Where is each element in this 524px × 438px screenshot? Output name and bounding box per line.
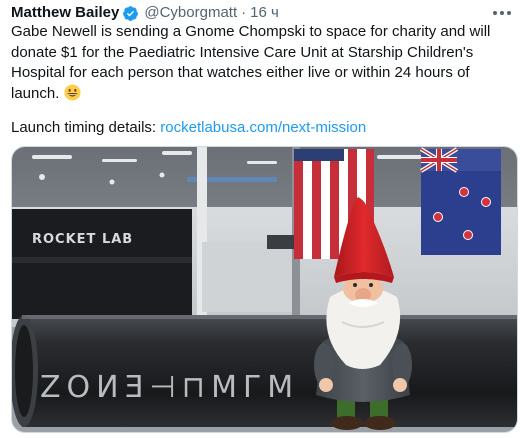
timing-label: Launch timing details: — [11, 119, 161, 136]
timing-link[interactable]: rocketlabusa.com/next-mission — [160, 119, 366, 136]
more-options-icon[interactable] — [490, 5, 514, 21]
rocket-body: ZOИƎ⊣⊓MГM — [12, 315, 517, 427]
tweet-text: Gabe Newell is sending a Gnome Chompski … — [11, 22, 516, 104]
tweet-media-photo[interactable]: ROCKET LAB ZOИƎ⊣⊓MГM — [11, 146, 518, 433]
rocket-lettering: ZOИƎ⊣⊓MГM — [40, 370, 299, 405]
tweet-body: Gabe Newell is sending a Gnome Chompski … — [11, 23, 495, 102]
tweet-timestamp[interactable]: 16 ч — [250, 3, 279, 23]
grinning-face-emoji — [64, 83, 81, 101]
gnome-rocket-photo: ROCKET LAB ZOИƎ⊣⊓MГM — [12, 147, 517, 432]
new-zealand-flag — [419, 147, 501, 255]
tweet[interactable]: Matthew Bailey @Cyborgmatt · 16 ч Gabe N… — [0, 0, 524, 438]
launch-timing: Launch timing details: rocketlabusa.com/… — [11, 118, 366, 138]
verified-badge-icon — [123, 5, 139, 21]
header-separator: · — [241, 4, 247, 21]
author-handle[interactable]: @Cyborgmatt — [144, 3, 237, 23]
author-name[interactable]: Matthew Bailey — [11, 3, 119, 23]
tweet-header: Matthew Bailey @Cyborgmatt · 16 ч — [11, 3, 514, 23]
wall-sign-text: ROCKET LAB — [32, 232, 133, 247]
